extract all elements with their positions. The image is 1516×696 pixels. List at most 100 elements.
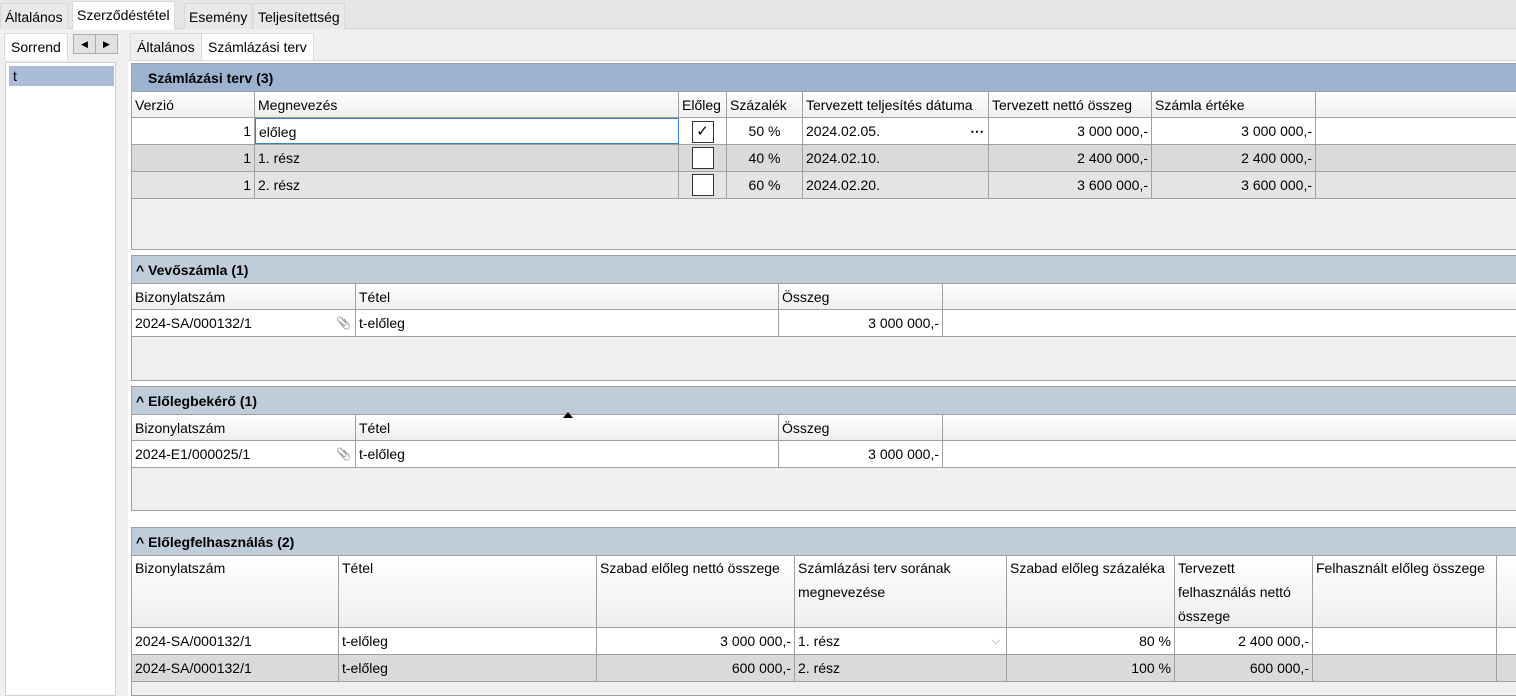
- section-header[interactable]: ^ Előlegfelhasználás (2): [132, 528, 1516, 556]
- table-cell[interactable]: 2024-SA/000132/1 📎: [132, 310, 356, 336]
- table-cell[interactable]: 100 %: [1007, 655, 1175, 681]
- advance-checkbox[interactable]: [691, 174, 714, 196]
- paperclip-icon[interactable]: 📎: [336, 441, 351, 467]
- table-cell[interactable]: 2024.02.20.: [803, 172, 989, 198]
- section-header[interactable]: Számlázási terv (3): [132, 64, 1516, 92]
- table-cell[interactable]: 50 %: [727, 118, 803, 144]
- column-header[interactable]: Bizonylatszám: [132, 556, 339, 627]
- table-cell[interactable]: [1316, 145, 1516, 171]
- table-cell[interactable]: 2 400 000,-: [1152, 145, 1316, 171]
- table-cell[interactable]: 3 000 000,-: [989, 118, 1152, 144]
- table-cell[interactable]: 1: [132, 145, 255, 171]
- column-header[interactable]: Szabad előleg százaléka: [1007, 556, 1175, 627]
- column-header[interactable]: Bizonylatszám: [132, 284, 356, 309]
- chevron-down-icon[interactable]: ⌵: [992, 628, 1000, 654]
- table-cell[interactable]: 600 000,-: [1175, 655, 1313, 681]
- table-cell[interactable]: 1. rész: [255, 145, 679, 171]
- table-cell[interactable]: előleg: [255, 118, 679, 144]
- table-cell[interactable]: t-előleg: [339, 628, 597, 654]
- table-row[interactable]: 2024-SA/000132/1 t-előleg 3 000 000,- 1. ré…: [132, 628, 1516, 655]
- table-cell[interactable]: 1. rész ⌵: [795, 628, 1007, 654]
- column-header[interactable]: Bizonylatszám: [132, 415, 356, 440]
- table-cell[interactable]: [943, 310, 1516, 336]
- column-header[interactable]: Tétel: [356, 284, 779, 309]
- column-header[interactable]: Előleg: [679, 92, 727, 117]
- column-header[interactable]: Felhasznált előleg összege: [1313, 556, 1497, 627]
- table-cell[interactable]: [1313, 655, 1497, 681]
- column-header[interactable]: [1497, 556, 1516, 627]
- splitter-arrow-icon[interactable]: [563, 412, 573, 418]
- table-cell[interactable]: 1: [132, 118, 255, 144]
- table-cell[interactable]: 3 000 000,-: [1152, 118, 1316, 144]
- table-row[interactable]: 2024-SA/000132/1 t-előleg 600 000,- 2. rész…: [132, 655, 1516, 682]
- tab-altalanos[interactable]: Általános: [0, 3, 68, 29]
- table-cell[interactable]: 2024.02.05. ⋯: [803, 118, 989, 144]
- table-cell[interactable]: 2 400 000,-: [989, 145, 1152, 171]
- ellipsis-button[interactable]: ⋯: [970, 118, 984, 144]
- table-cell[interactable]: 2. rész: [255, 172, 679, 198]
- table-cell[interactable]: 2024-SA/000132/1: [132, 628, 339, 654]
- arrow-left-icon[interactable]: ◀: [74, 35, 96, 53]
- column-header[interactable]: Számlázási terv sorának megnevezése: [795, 556, 1007, 627]
- table-cell[interactable]: 1: [132, 172, 255, 198]
- table-cell[interactable]: [1497, 628, 1516, 654]
- column-header[interactable]: [943, 284, 1516, 309]
- column-header[interactable]: [1316, 92, 1516, 117]
- table-cell[interactable]: 3 000 000,-: [779, 310, 943, 336]
- paperclip-icon[interactable]: 📎: [336, 310, 351, 336]
- table-cell[interactable]: [679, 172, 727, 198]
- column-header[interactable]: Tervezett teljesítés dátuma: [803, 92, 989, 117]
- table-cell[interactable]: 600 000,-: [597, 655, 795, 681]
- section-header[interactable]: ^ Előlegbekérő (1): [132, 387, 1516, 415]
- column-header[interactable]: Verzió: [132, 92, 255, 117]
- table-cell[interactable]: t-előleg: [356, 310, 779, 336]
- table-cell[interactable]: [1497, 655, 1516, 681]
- column-header[interactable]: Szabad előleg nettó összege: [597, 556, 795, 627]
- column-header[interactable]: Megnevezés: [255, 92, 679, 117]
- column-header[interactable]: Tétel: [356, 415, 779, 440]
- advance-checkbox[interactable]: ✓: [691, 121, 714, 143]
- table-cell[interactable]: [1316, 118, 1516, 144]
- tab-sorrend[interactable]: Sorrend: [4, 33, 68, 60]
- column-header[interactable]: Számla értéke: [1152, 92, 1316, 117]
- table-row[interactable]: 1 előleg ✓ 50 % 2024.02.05. ⋯ 3 000 000,- 3 000…: [132, 118, 1516, 145]
- table-row[interactable]: 2024-SA/000132/1 📎 t-előleg 3 000 000,-: [132, 310, 1516, 337]
- table-cell[interactable]: ✓: [679, 118, 727, 144]
- column-header[interactable]: Összeg: [779, 284, 943, 309]
- table-row[interactable]: 1 2. rész 60 % 2024.02.20. 3 600 000,- 3 600 …: [132, 172, 1516, 199]
- table-cell[interactable]: t-előleg: [339, 655, 597, 681]
- arrow-right-icon[interactable]: ▶: [96, 35, 117, 53]
- table-cell[interactable]: 60 %: [727, 172, 803, 198]
- table-cell[interactable]: 3 000 000,-: [779, 441, 943, 467]
- table-cell[interactable]: 80 %: [1007, 628, 1175, 654]
- table-cell[interactable]: 40 %: [727, 145, 803, 171]
- tab-szerzodestetel[interactable]: Szerződéstétel: [72, 1, 175, 30]
- column-header[interactable]: Összeg: [779, 415, 943, 440]
- table-cell[interactable]: 2024.02.10.: [803, 145, 989, 171]
- table-cell[interactable]: 3 600 000,-: [989, 172, 1152, 198]
- table-cell[interactable]: 2. rész: [795, 655, 1007, 681]
- tab-teljesitettseg[interactable]: Teljesítettség: [253, 3, 345, 29]
- table-row[interactable]: 1 1. rész 40 % 2024.02.10. 2 400 000,- 2 400 …: [132, 145, 1516, 172]
- column-header[interactable]: Tétel: [339, 556, 597, 627]
- advance-checkbox[interactable]: [691, 147, 714, 169]
- table-cell[interactable]: t-előleg: [356, 441, 779, 467]
- column-header[interactable]: Százalék: [727, 92, 803, 117]
- table-cell[interactable]: [1316, 172, 1516, 198]
- section-header[interactable]: ^ Vevőszámla (1): [132, 256, 1516, 284]
- table-cell[interactable]: 3 600 000,-: [1152, 172, 1316, 198]
- list-item[interactable]: t: [9, 66, 114, 86]
- table-row[interactable]: 2024-E1/000025/1 📎 t-előleg 3 000 000,-: [132, 441, 1516, 468]
- tab-esemeny[interactable]: Esemény: [184, 3, 253, 29]
- table-cell[interactable]: 2 400 000,-: [1175, 628, 1313, 654]
- table-cell[interactable]: 3 000 000,-: [597, 628, 795, 654]
- column-header[interactable]: Tervezett nettó összeg: [989, 92, 1152, 117]
- subtab-altalanos[interactable]: Általános: [130, 33, 202, 60]
- subtab-szamlazasi-terv[interactable]: Számlázási terv: [201, 33, 314, 60]
- column-header[interactable]: [943, 415, 1516, 440]
- table-cell[interactable]: [943, 441, 1516, 467]
- table-cell[interactable]: [679, 145, 727, 171]
- column-header[interactable]: Tervezett felhasználás nettó összege: [1175, 556, 1313, 627]
- table-cell[interactable]: 2024-SA/000132/1: [132, 655, 339, 681]
- table-cell[interactable]: 2024-E1/000025/1 📎: [132, 441, 356, 467]
